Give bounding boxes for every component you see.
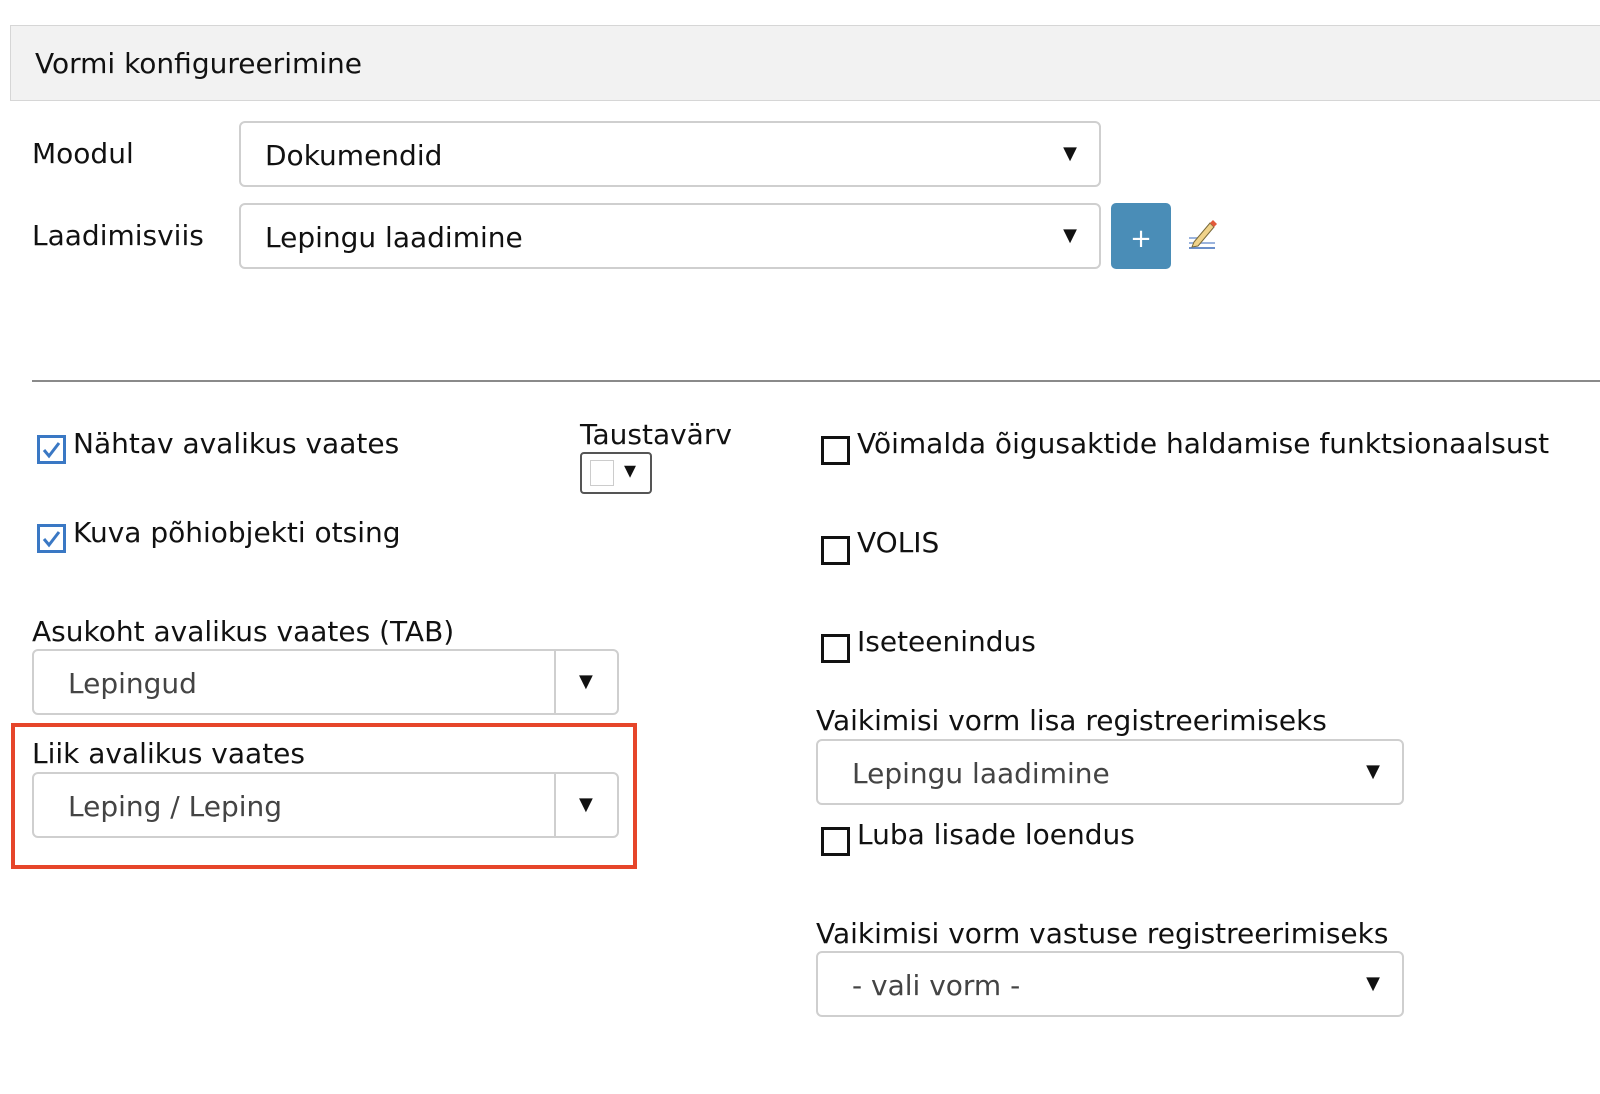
check-icon	[42, 442, 61, 459]
caret-down-icon: ▾	[624, 456, 637, 484]
color-swatch	[590, 460, 614, 486]
asukoht-label: Asukoht avalikus vaates (TAB)	[32, 615, 455, 648]
check-icon	[42, 531, 61, 548]
checkbox-kuva-pohiobjekti[interactable]	[37, 524, 66, 553]
moodul-select-value: Dokumendid	[265, 139, 443, 172]
vaikimisi-lisa-select[interactable]: Lepingu laadimine ▼	[816, 739, 1404, 805]
vaikimisi-vastuse-label: Vaikimisi vorm vastuse registreerimiseks	[816, 917, 1389, 950]
liik-label: Liik avalikus vaates	[32, 737, 305, 770]
asukoht-select-value: Lepingud	[68, 667, 197, 700]
checkbox-label: VOLIS	[857, 526, 940, 559]
liik-select-value: Leping / Leping	[68, 790, 283, 823]
checkbox-luba-lisade[interactable]	[821, 827, 850, 856]
moodul-label: Moodul	[32, 137, 134, 170]
checkbox-nahtav-avalikus[interactable]	[37, 435, 66, 464]
chevron-down-icon: ▼	[579, 671, 593, 692]
select-divider	[554, 774, 556, 836]
checkbox-label: Kuva põhiobjekti otsing	[73, 516, 401, 549]
moodul-select[interactable]: Dokumendid ▼	[239, 121, 1101, 187]
checkbox-voimalda-oigusaktide[interactable]	[821, 436, 850, 465]
vaikimisi-lisa-select-value: Lepingu laadimine	[852, 757, 1110, 790]
select-divider	[554, 651, 556, 713]
vaikimisi-vastuse-select[interactable]: - vali vorm - ▼	[816, 951, 1404, 1017]
laadimisviis-select-value: Lepingu laadimine	[265, 221, 523, 254]
section-divider	[32, 380, 1600, 382]
color-picker[interactable]: ▾	[580, 452, 652, 494]
vaikimisi-lisa-label: Vaikimisi vorm lisa registreerimiseks	[816, 704, 1327, 737]
vaikimisi-vastuse-select-value: - vali vorm -	[852, 969, 1021, 1002]
add-button[interactable]: +	[1111, 203, 1171, 269]
checkbox-label: Nähtav avalikus vaates	[73, 427, 400, 460]
laadimisviis-select[interactable]: Lepingu laadimine ▼	[239, 203, 1101, 269]
taustavarv-label: Taustavärv	[580, 418, 732, 451]
chevron-down-icon: ▼	[1366, 761, 1380, 782]
checkbox-label: Luba lisade loendus	[857, 818, 1135, 851]
chevron-down-icon: ▼	[579, 794, 593, 815]
liik-select[interactable]: Leping / Leping ▼	[32, 772, 619, 838]
edit-icon[interactable]	[1186, 218, 1218, 252]
asukoht-select[interactable]: Lepingud ▼	[32, 649, 619, 715]
page-title: Vormi konfigureerimine	[35, 47, 363, 80]
laadimisviis-label: Laadimisviis	[32, 219, 204, 252]
checkbox-volis[interactable]	[821, 536, 850, 565]
checkbox-iseteenindus[interactable]	[821, 634, 850, 663]
chevron-down-icon: ▼	[1063, 225, 1077, 246]
checkbox-label: Iseteenindus	[857, 625, 1036, 658]
chevron-down-icon: ▼	[1366, 973, 1380, 994]
chevron-down-icon: ▼	[1063, 143, 1077, 164]
checkbox-label: Võimalda õigusaktide haldamise funktsion…	[857, 427, 1550, 460]
